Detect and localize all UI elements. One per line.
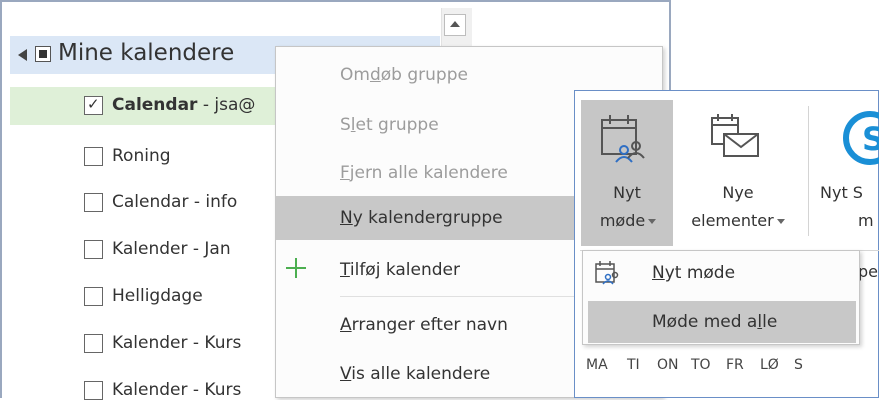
calendar-item-label: Kalender - Kurs	[112, 380, 242, 400]
menu-text: rranger efter navn	[351, 315, 508, 335]
group-checkbox[interactable]	[35, 46, 51, 62]
new-items-label-1: Nye	[722, 183, 754, 202]
dropdown-item-new-meeting[interactable]: Nyt møde	[652, 263, 735, 283]
calendar-checkbox[interactable]	[84, 334, 103, 353]
new-items-label-2-text: elementer	[691, 211, 774, 230]
calendar-checkbox[interactable]: ✓	[84, 95, 103, 115]
pane-border-top	[0, 0, 671, 2]
menu-text: yt møde	[664, 263, 736, 283]
svg-text:S: S	[862, 120, 879, 158]
skype-meeting-icon[interactable]: S	[840, 108, 879, 170]
collapse-triangle-icon[interactable]	[18, 49, 27, 61]
menu-text: et gruppe	[355, 115, 439, 135]
calendar-item-label: Helligdage	[112, 286, 203, 306]
calendar-item-label: Calendar - jsa@	[112, 95, 255, 115]
menu-text: S	[340, 115, 351, 135]
weekday-label: TI	[627, 357, 640, 373]
calendar-checkbox[interactable]	[84, 193, 103, 212]
group-label: Mine kalendere	[58, 40, 235, 66]
new-meeting-label-2: møde	[586, 211, 670, 230]
menu-item-new-calendar-group[interactable]: Ny kalendergruppe	[340, 208, 503, 228]
add-plus-icon	[286, 258, 306, 278]
calendar-item-label: Kalender - Kurs	[112, 333, 242, 353]
menu-text: jern alle kalendere	[349, 163, 508, 183]
menu-accelerator: N	[652, 263, 665, 283]
menu-text: le	[762, 312, 778, 332]
scroll-up-arrow-icon[interactable]	[444, 14, 466, 36]
menu-item-show-all-calendars[interactable]: Vis alle kalendere	[340, 364, 490, 384]
calendar-item-bold: Calendar	[112, 95, 198, 115]
weekday-label: TO	[691, 357, 711, 373]
weekday-label: FR	[726, 357, 744, 373]
menu-text: is alle kalendere	[351, 364, 491, 384]
menu-accelerator: d	[369, 65, 381, 85]
weekday-label: ON	[657, 357, 679, 373]
skype-meeting-label-2: m	[858, 211, 874, 230]
menu-text: y kalendergruppe	[352, 208, 503, 228]
checkmark-icon: ✓	[87, 95, 100, 113]
new-meeting-small-icon	[595, 261, 619, 285]
calendar-checkbox[interactable]	[84, 147, 103, 166]
dropdown-arrow-icon[interactable]	[648, 219, 657, 224]
new-items-envelope-calendar-icon	[711, 114, 759, 157]
pane-border-left	[0, 0, 2, 398]
partial-tab-label: pe	[858, 262, 878, 281]
menu-item-remove-all-calendars[interactable]: Fjern alle kalendere	[340, 163, 508, 183]
menu-accelerator: N	[340, 208, 353, 228]
menu-text: Om	[340, 65, 370, 85]
new-meeting-calendar-icon	[601, 115, 645, 163]
skype-meeting-label-1: Nyt S	[820, 183, 863, 202]
dropdown-arrow-icon[interactable]	[776, 219, 785, 224]
calendar-checkbox[interactable]	[84, 287, 103, 306]
menu-accelerator: A	[340, 315, 352, 335]
menu-item-sort-by-name[interactable]: Arranger efter navn	[340, 315, 508, 335]
calendar-item-label: Kalender - Jan	[112, 239, 231, 259]
menu-text: Møde med a	[652, 312, 758, 332]
new-items-label-2: elementer	[678, 211, 798, 230]
calendar-item-label: Calendar - info	[112, 192, 238, 212]
new-meeting-label-2-text: møde	[599, 211, 646, 230]
menu-item-delete-group[interactable]: Slet gruppe	[340, 115, 439, 135]
calendar-item-label: Roning	[112, 146, 171, 166]
weekday-label: LØ	[760, 357, 779, 373]
calendar-item-rest: - jsa@	[197, 95, 256, 115]
menu-text: øb gruppe	[380, 65, 468, 85]
weekday-label: MA	[586, 357, 608, 373]
menu-text: ilføj kalender	[349, 260, 460, 280]
calendar-checkbox[interactable]	[84, 240, 103, 259]
ribbon-separator	[808, 106, 809, 236]
weekday-label: S	[794, 357, 803, 373]
menu-accelerator: T	[340, 260, 350, 280]
menu-item-add-calendar[interactable]: Tilføj kalender	[340, 260, 460, 280]
menu-accelerator: F	[340, 163, 350, 183]
calendar-checkbox[interactable]	[84, 381, 103, 400]
dropdown-item-meeting-with-all[interactable]: Møde med alle	[652, 312, 777, 332]
new-meeting-label-1: Nyt	[613, 183, 641, 202]
menu-accelerator: V	[340, 364, 352, 384]
menu-item-rename-group[interactable]: Omdøb gruppe	[340, 65, 468, 85]
